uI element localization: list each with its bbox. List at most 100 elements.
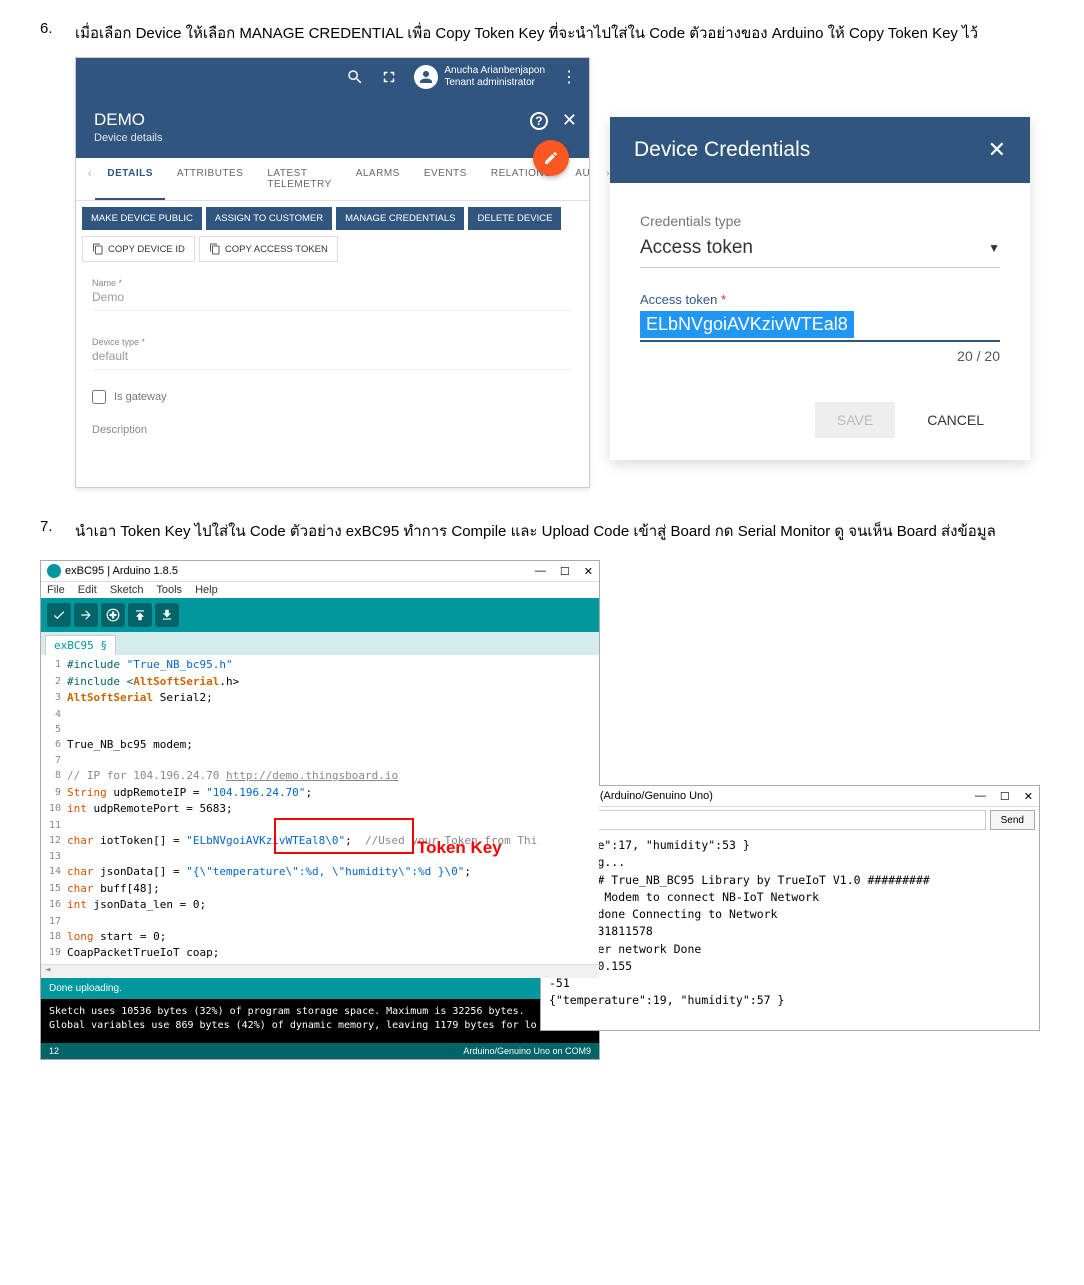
menu-edit[interactable]: Edit xyxy=(78,584,97,596)
user-role: Tenant administrator xyxy=(444,77,545,89)
avatar-icon xyxy=(414,65,438,89)
description-label: Description xyxy=(76,418,589,487)
thingsboard-device-panel: Anucha Arianbenjapon Tenant administrato… xyxy=(75,57,590,488)
code-line: 17 xyxy=(41,914,599,929)
code-line: 5 xyxy=(41,722,599,737)
code-line: 1#include "True_NB_bc95.h" xyxy=(41,657,599,674)
verify-button[interactable] xyxy=(47,603,71,627)
tab-details[interactable]: DETAILS xyxy=(95,158,165,200)
tab-alarms[interactable]: ALARMS xyxy=(344,158,412,200)
serial-output: -5rature":17, "humidity":53 } Starting..… xyxy=(541,833,1039,1030)
gateway-label: Is gateway xyxy=(114,391,167,403)
credentials-type-select[interactable]: Access token ▼ xyxy=(640,233,1000,268)
tab-events[interactable]: EVENTS xyxy=(412,158,479,200)
code-line: 8// IP for 104.196.24.70 http://demo.thi… xyxy=(41,768,599,785)
open-button[interactable] xyxy=(128,603,152,627)
upload-button[interactable] xyxy=(74,603,98,627)
code-line: 2#include <AltSoftSerial.h> xyxy=(41,674,599,691)
tab-arrow-left[interactable]: ‹ xyxy=(84,158,95,200)
name-value: Demo xyxy=(92,288,573,311)
step6-text: เมื่อเลือก Device ให้เลือก MANAGE CREDEN… xyxy=(75,20,978,47)
sketch-tab[interactable]: exBC95 § xyxy=(45,635,116,655)
arduino-logo-icon xyxy=(47,564,61,578)
send-button[interactable]: Send xyxy=(990,810,1035,830)
menu-file[interactable]: File xyxy=(47,584,65,596)
device-subtitle: Device details xyxy=(94,132,571,144)
code-line: 7 xyxy=(41,753,599,768)
token-key-annotation: Token Key xyxy=(417,835,502,861)
make-public-button[interactable]: MAKE DEVICE PUBLIC xyxy=(82,207,202,230)
search-icon[interactable] xyxy=(346,68,364,86)
tab-telemetry[interactable]: LATEST TELEMETRY xyxy=(255,158,343,200)
token-highlight-box xyxy=(274,818,414,854)
code-line: 16int jsonData_len = 0; xyxy=(41,897,599,914)
copy-icon xyxy=(92,243,104,255)
kebab-icon[interactable]: ⋮ xyxy=(561,67,577,87)
console-output: Sketch uses 10536 bytes (32%) of program… xyxy=(41,999,599,1043)
credentials-dialog: Device Credentials ✕ Credentials type Ac… xyxy=(610,117,1030,460)
device-title: DEMO xyxy=(94,110,571,130)
code-line: 19CoapPacketTrueIoT coap; xyxy=(41,945,599,962)
credentials-close-icon[interactable]: ✕ xyxy=(988,137,1006,163)
cancel-button[interactable]: CANCEL xyxy=(905,402,1006,438)
horizontal-scrollbar[interactable] xyxy=(41,964,599,978)
code-line: 4 xyxy=(41,707,599,722)
arduino-menubar[interactable]: File Edit Sketch Tools Help xyxy=(41,582,599,598)
chevron-down-icon: ▼ xyxy=(988,241,1000,255)
user-menu[interactable]: Anucha Arianbenjapon Tenant administrato… xyxy=(414,65,545,89)
copy-access-token-button[interactable]: COPY ACCESS TOKEN xyxy=(199,236,338,262)
arduino-toolbar xyxy=(41,598,599,632)
tab-attributes[interactable]: ATTRIBUTES xyxy=(165,158,255,200)
code-line: 9String udpRemoteIP = "104.196.24.70"; xyxy=(41,785,599,802)
copy-icon xyxy=(209,243,221,255)
serial-input[interactable] xyxy=(545,810,986,830)
tb-tabs: ‹ DETAILS ATTRIBUTES LATEST TELEMETRY AL… xyxy=(76,158,589,201)
type-label: Device type * xyxy=(92,337,573,347)
menu-help[interactable]: Help xyxy=(195,584,218,596)
edit-fab[interactable] xyxy=(533,140,569,176)
minimize-icon[interactable]: — xyxy=(975,790,986,803)
arduino-window-title: exBC95 | Arduino 1.8.5 xyxy=(65,565,178,577)
manage-credentials-button[interactable]: MANAGE CREDENTIALS xyxy=(336,207,464,230)
minimize-icon[interactable]: — xyxy=(535,565,546,578)
type-value: default xyxy=(92,347,573,370)
code-editor[interactable]: Token Key 1#include "True_NB_bc95.h"2#in… xyxy=(41,655,599,964)
code-line: 14char jsonData[] = "{\"temperature\":%d… xyxy=(41,864,599,881)
new-button[interactable] xyxy=(101,603,125,627)
close-icon[interactable]: ✕ xyxy=(562,110,577,131)
maximize-icon[interactable]: ☐ xyxy=(560,565,570,578)
bottom-status-bar: 12 Arduino/Genuino Uno on COM9 xyxy=(41,1043,599,1059)
copy-device-id-button[interactable]: COPY DEVICE ID xyxy=(82,236,195,262)
tab-audit[interactable]: AU xyxy=(563,158,602,200)
save-button[interactable]: SAVE xyxy=(815,402,895,438)
assign-customer-button[interactable]: ASSIGN TO CUSTOMER xyxy=(206,207,332,230)
access-token-label: Access token * xyxy=(640,292,1000,307)
serial-monitor-window: COM9 (Arduino/Genuino Uno) — ☐ ✕ Send -5… xyxy=(540,785,1040,1031)
delete-device-button[interactable]: DELETE DEVICE xyxy=(468,207,561,230)
code-line: 10int udpRemotePort = 5683; xyxy=(41,801,599,818)
step6-number: 6. xyxy=(40,20,75,47)
code-line: 6True_NB_bc95 modem; xyxy=(41,737,599,754)
gateway-checkbox[interactable] xyxy=(92,390,106,404)
close-icon[interactable]: ✕ xyxy=(1024,790,1033,803)
credentials-title: Device Credentials xyxy=(634,138,810,162)
user-name: Anucha Arianbenjapon xyxy=(444,65,545,77)
code-line: 3AltSoftSerial Serial2; xyxy=(41,690,599,707)
tb-topbar: Anucha Arianbenjapon Tenant administrato… xyxy=(76,58,589,96)
step7-number: 7. xyxy=(40,518,75,545)
name-label: Name * xyxy=(92,278,573,288)
arduino-ide-window: exBC95 | Arduino 1.8.5 — ☐ ✕ File Edit S… xyxy=(40,560,600,1060)
step7-text: นำเอา Token Key ไปใส่ใน Code ตัวอย่าง ex… xyxy=(75,518,996,545)
access-token-value[interactable]: ELbNVgoiAVKzivWTEal8 xyxy=(640,311,854,338)
code-line: 18long start = 0; xyxy=(41,929,599,946)
tb-header: DEMO Device details ? ✕ xyxy=(76,96,589,158)
menu-sketch[interactable]: Sketch xyxy=(110,584,144,596)
fullscreen-icon[interactable] xyxy=(380,68,398,86)
token-char-count: 20 / 20 xyxy=(640,348,1000,364)
menu-tools[interactable]: Tools xyxy=(156,584,182,596)
close-icon[interactable]: ✕ xyxy=(584,565,593,578)
code-line: 15char buff[48]; xyxy=(41,881,599,898)
maximize-icon[interactable]: ☐ xyxy=(1000,790,1010,803)
help-icon[interactable]: ? xyxy=(530,112,548,130)
save-button[interactable] xyxy=(155,603,179,627)
